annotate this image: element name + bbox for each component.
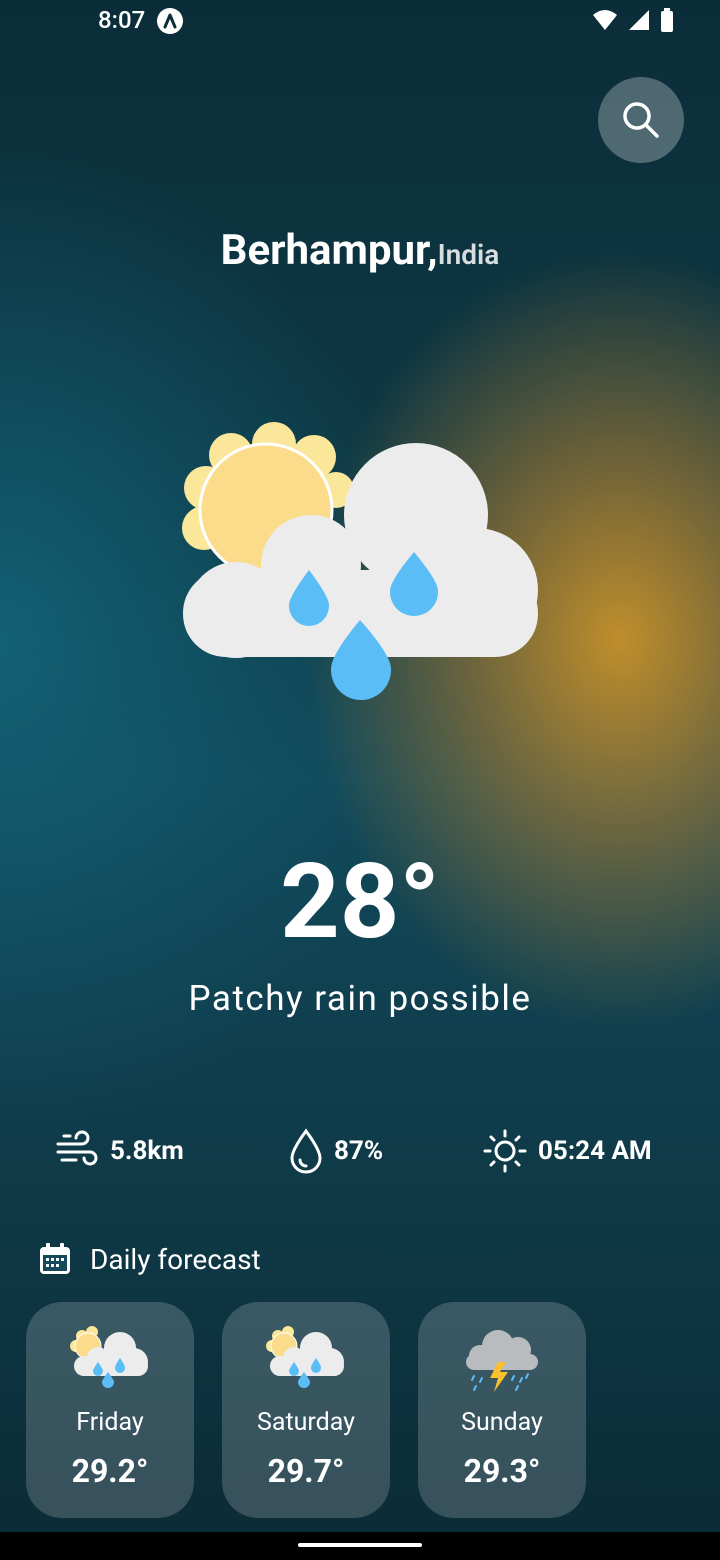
sunrise-value: 05:24 AM (538, 1136, 652, 1166)
forecast-day: Sunday (461, 1408, 543, 1437)
calendar-icon (40, 1243, 70, 1274)
drop-icon (290, 1128, 322, 1174)
search-icon (623, 102, 659, 138)
thunder-rain-icon (462, 1326, 542, 1402)
home-gesture-handle[interactable] (298, 1543, 422, 1547)
navigation-bar (0, 1532, 720, 1560)
weather-stats: 5.8km 87% 05:24 AM (0, 1124, 720, 1180)
forecast-cards: Friday 29.2° Saturday 29.7° Sunday 29.3° (26, 1302, 586, 1518)
wifi-icon (593, 10, 617, 30)
battery-icon (661, 8, 673, 32)
location-title: Berhampur,India (0, 226, 720, 275)
wind-stat: 5.8km (54, 1128, 184, 1174)
humidity-value: 87% (334, 1136, 384, 1166)
forecast-card-saturday[interactable]: Saturday 29.7° (222, 1302, 390, 1518)
country-name: India (437, 238, 500, 271)
forecast-day: Friday (76, 1408, 144, 1437)
humidity-stat: 87% (288, 1128, 383, 1174)
sun-icon (483, 1129, 527, 1173)
daily-forecast-label: Daily forecast (90, 1242, 261, 1276)
forecast-temp: 29.3° (463, 1452, 541, 1490)
forecast-day: Saturday (257, 1408, 355, 1437)
city-name: Berhampur, (220, 226, 438, 275)
forecast-card-sunday[interactable]: Sunday 29.3° (418, 1302, 586, 1518)
signal-icon (629, 10, 649, 30)
sun-cloud-rain-icon (70, 1326, 150, 1394)
sun-cloud-rain-icon (266, 1326, 346, 1394)
sunrise-stat: 05:24 AM (482, 1128, 652, 1174)
wind-icon (56, 1130, 98, 1166)
sun-cloud-rain-icon (176, 420, 546, 714)
wind-value: 5.8km (110, 1136, 184, 1166)
forecast-temp: 29.7° (267, 1452, 345, 1490)
current-temperature: 28° (280, 842, 440, 963)
daily-forecast-heading: Daily forecast (38, 1242, 261, 1276)
status-time: 8:07 (98, 6, 146, 34)
status-bar: 8:07 (0, 0, 720, 44)
forecast-card-friday[interactable]: Friday 29.2° (26, 1302, 194, 1518)
search-button[interactable] (598, 77, 684, 163)
weather-condition: Patchy rain possible (188, 978, 532, 1019)
forecast-temp: 29.2° (71, 1452, 149, 1490)
status-icons (592, 8, 674, 32)
app-notification-icon (157, 8, 183, 34)
